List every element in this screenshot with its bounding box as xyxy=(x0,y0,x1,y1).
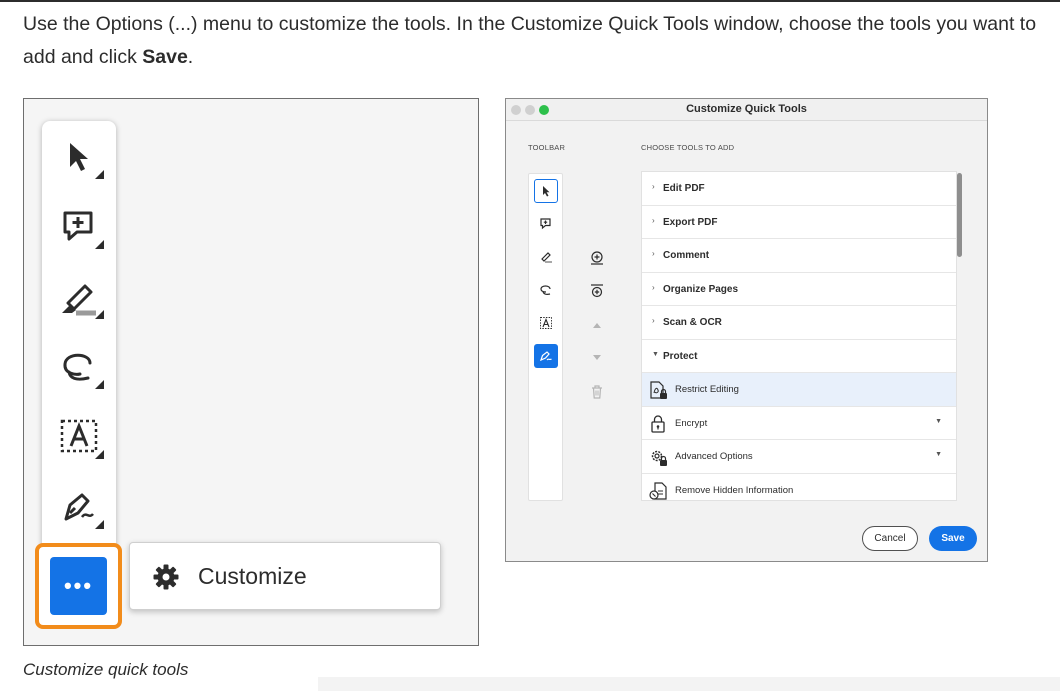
dropdown-caret-icon[interactable]: ▼ xyxy=(935,418,942,425)
move-down-icon[interactable] xyxy=(588,349,606,367)
tools-to-add-list: › Edit PDF › Export PDF › Comment › Orga… xyxy=(641,171,957,501)
advanced-options-gear-icon xyxy=(651,450,667,466)
fill-sign-icon[interactable] xyxy=(534,344,558,368)
more-options-highlight: ••• xyxy=(35,543,122,629)
chevron-right-icon: › xyxy=(652,215,655,225)
select-arrow-icon[interactable] xyxy=(56,133,104,181)
top-border xyxy=(0,0,1060,2)
choose-tools-section-label: CHOOSE TOOLS TO ADD xyxy=(641,143,735,152)
fill-sign-icon[interactable] xyxy=(56,483,104,531)
category-label: Edit PDF xyxy=(663,183,705,194)
remove-hidden-info-icon xyxy=(649,481,667,500)
tool-label: Remove Hidden Information xyxy=(675,484,794,496)
customize-menu-item[interactable]: Customize xyxy=(129,542,441,610)
chevron-right-icon: › xyxy=(652,282,655,292)
toolbar-section-label: TOOLBAR xyxy=(528,143,566,152)
move-up-icon[interactable] xyxy=(588,316,606,334)
category-row-organize-pages[interactable]: › Organize Pages xyxy=(642,273,956,306)
customize-quick-tools-dialog: Customize Quick Tools TOOLBAR CHOOSE TOO… xyxy=(505,98,988,562)
chevron-right-icon: › xyxy=(652,316,655,325)
text-box-icon[interactable] xyxy=(534,311,558,335)
tool-row-advanced-options[interactable]: Advanced Options ▼ xyxy=(642,440,956,474)
highlight-icon[interactable] xyxy=(56,273,104,321)
cancel-button[interactable]: Cancel xyxy=(862,526,918,551)
tool-row-remove-hidden-information[interactable]: Remove Hidden Information xyxy=(642,474,956,501)
add-comment-icon[interactable] xyxy=(56,203,104,251)
select-arrow-icon[interactable] xyxy=(534,179,558,203)
category-row-protect[interactable]: ▼ Protect xyxy=(642,340,956,373)
tool-label: Encrypt xyxy=(675,417,708,429)
customize-label: Customize xyxy=(198,563,307,589)
intro-save-emphasis: Save xyxy=(142,46,188,68)
gear-icon xyxy=(153,564,179,590)
text-box-icon[interactable] xyxy=(56,413,104,461)
more-options-button[interactable]: ••• xyxy=(50,557,107,615)
intro-period: . xyxy=(187,46,194,68)
add-comment-icon[interactable] xyxy=(534,212,558,236)
category-row-edit-pdf[interactable]: › Edit PDF xyxy=(642,172,956,206)
category-label: Comment xyxy=(663,250,710,261)
save-button[interactable]: Save xyxy=(929,526,977,551)
figure-caption: Customize quick tools xyxy=(23,660,189,679)
add-tool-icon[interactable] xyxy=(588,249,606,267)
chevron-right-icon: › xyxy=(652,249,655,258)
tool-row-restrict-editing[interactable]: Restrict Editing xyxy=(642,373,956,407)
draw-lasso-icon[interactable] xyxy=(534,278,558,302)
category-label: Organize Pages xyxy=(663,283,739,295)
add-divider-icon[interactable] xyxy=(588,282,606,300)
encrypt-lock-icon xyxy=(651,414,665,433)
category-row-export-pdf[interactable]: › Export PDF xyxy=(642,206,956,239)
quick-tools-toolbar xyxy=(42,121,116,581)
chevron-right-icon: › xyxy=(652,182,655,191)
draw-lasso-icon[interactable] xyxy=(56,343,104,391)
tool-row-encrypt[interactable]: Encrypt ▼ xyxy=(642,407,956,440)
category-label: Export PDF xyxy=(663,216,718,228)
dropdown-caret-icon[interactable]: ▼ xyxy=(935,451,942,458)
tool-label: Restrict Editing xyxy=(675,384,739,395)
category-row-scan-ocr[interactable]: › Scan & OCR xyxy=(642,306,956,340)
intro-paragraph: Use the Options (...) menu to customize … xyxy=(23,8,1043,74)
dialog-toolbar-list xyxy=(528,173,563,501)
dialog-title-bar: Customize Quick Tools xyxy=(506,99,987,121)
category-row-comment[interactable]: › Comment xyxy=(642,239,956,273)
list-scrollbar[interactable] xyxy=(957,173,962,257)
tool-label: Advanced Options xyxy=(675,451,753,462)
delete-trash-icon[interactable] xyxy=(588,383,606,401)
quick-tools-figure: ••• Customize xyxy=(23,98,479,646)
bottom-bar xyxy=(318,677,1060,691)
dialog-title: Customize Quick Tools xyxy=(686,103,807,115)
category-label: Scan & OCR xyxy=(663,317,722,328)
restrict-editing-icon xyxy=(650,381,667,399)
chevron-down-icon: ▼ xyxy=(652,350,659,358)
highlight-icon[interactable] xyxy=(534,245,558,269)
category-label: Protect xyxy=(663,350,698,362)
